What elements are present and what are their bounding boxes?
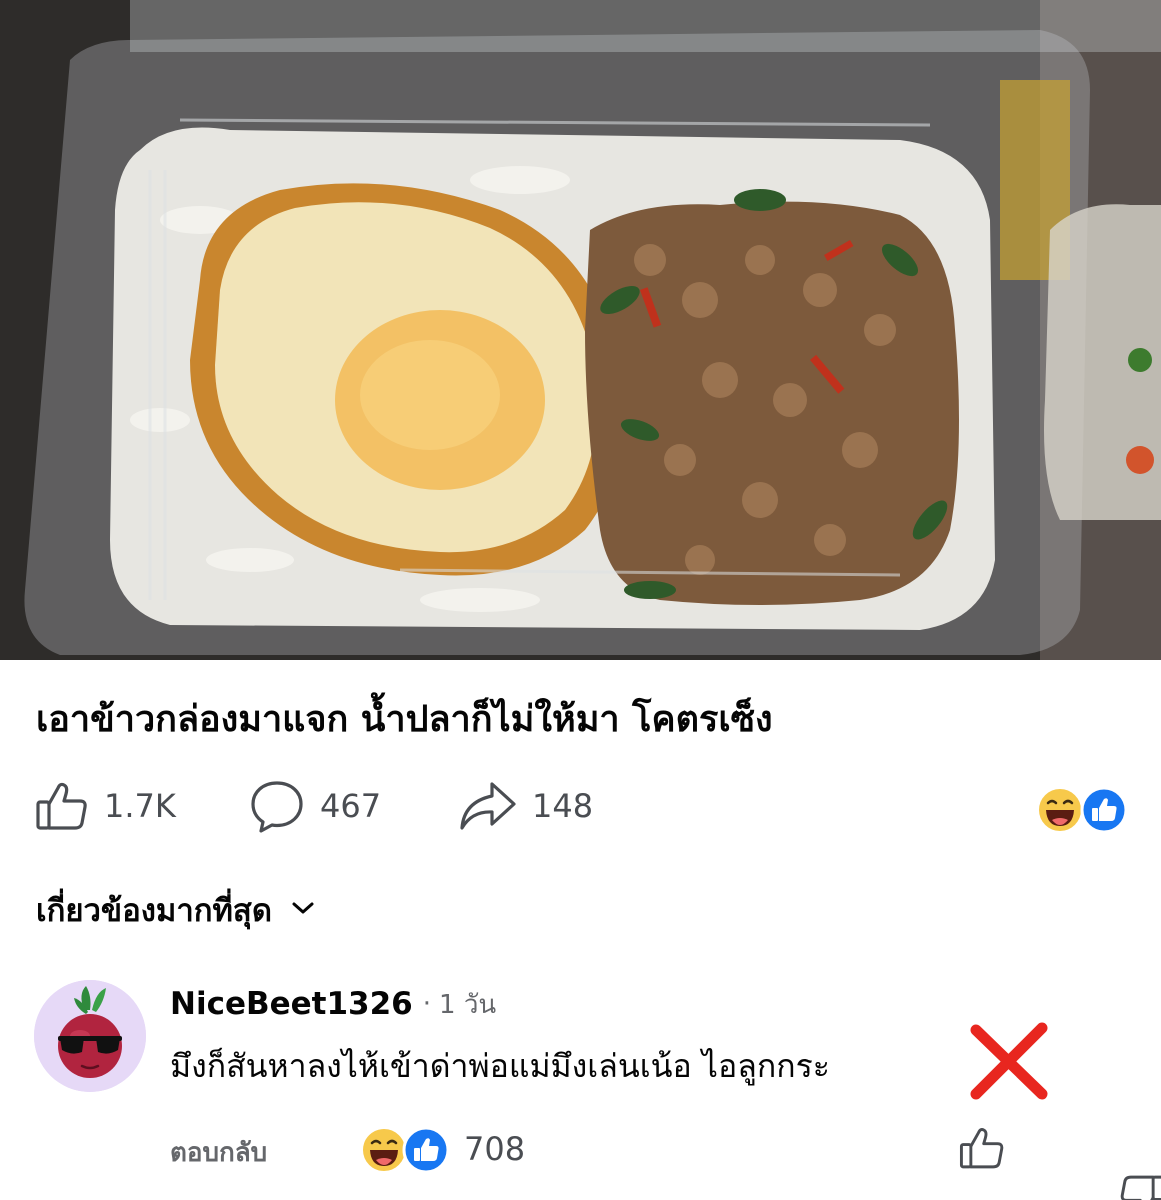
reaction-summary[interactable] bbox=[1036, 786, 1132, 834]
share-count: 148 bbox=[532, 787, 594, 825]
red-x-mark-icon bbox=[968, 1020, 1050, 1106]
avatar[interactable] bbox=[34, 980, 146, 1092]
comment-time: 1 วัน bbox=[439, 989, 497, 1020]
reply-button[interactable]: ตอบกลับ bbox=[170, 1132, 267, 1173]
thumbs-down-icon bbox=[1070, 1157, 1161, 1200]
like-badge-icon bbox=[1080, 786, 1128, 838]
comment-username[interactable]: NiceBeet1326 bbox=[170, 986, 413, 1022]
comment-reaction-count: 708 bbox=[464, 1130, 526, 1168]
comment-dislike-button[interactable] bbox=[1070, 1124, 1161, 1200]
haha-emoji-icon bbox=[360, 1126, 408, 1178]
comment-like-button[interactable] bbox=[958, 1124, 1006, 1176]
like-button[interactable]: 1.7K bbox=[34, 770, 176, 842]
post-action-bar: 1.7K 467 148 bbox=[0, 770, 1161, 842]
like-count: 1.7K bbox=[104, 787, 176, 825]
chevron-down-icon bbox=[272, 900, 316, 920]
separator-dot: · bbox=[422, 989, 432, 1019]
comment-sort-dropdown[interactable]: เกี่ยวข้องมากที่สุด bbox=[36, 880, 316, 940]
thumbs-up-icon bbox=[34, 778, 90, 834]
share-button[interactable]: 148 bbox=[458, 770, 593, 842]
comment-footer: ตอบกลับ 708 bbox=[0, 1120, 1161, 1200]
comment-header: NiceBeet1326 · 1 วัน bbox=[170, 980, 496, 1028]
comment-text: มึงก็สันหาลงไห้เข้าด่าพ่อแม่มึงเล่นเน้อ … bbox=[170, 1047, 830, 1085]
post-photo[interactable] bbox=[0, 0, 1161, 660]
sort-label: เกี่ยวข้องมากที่สุด bbox=[36, 893, 272, 929]
comment-count: 467 bbox=[320, 787, 382, 825]
haha-emoji-icon bbox=[1036, 786, 1084, 838]
share-arrow-icon bbox=[458, 778, 518, 834]
comment-reaction-summary[interactable] bbox=[360, 1126, 456, 1174]
comment-button[interactable]: 467 bbox=[248, 770, 381, 842]
comment-bubble-icon bbox=[248, 777, 306, 835]
post-title: เอาข้าวกล่องมาแจก น้ำปลาก็ไม่ให้มา โคตรเ… bbox=[36, 699, 773, 740]
like-badge-icon bbox=[402, 1126, 450, 1178]
thumbs-up-icon bbox=[958, 1128, 1006, 1176]
